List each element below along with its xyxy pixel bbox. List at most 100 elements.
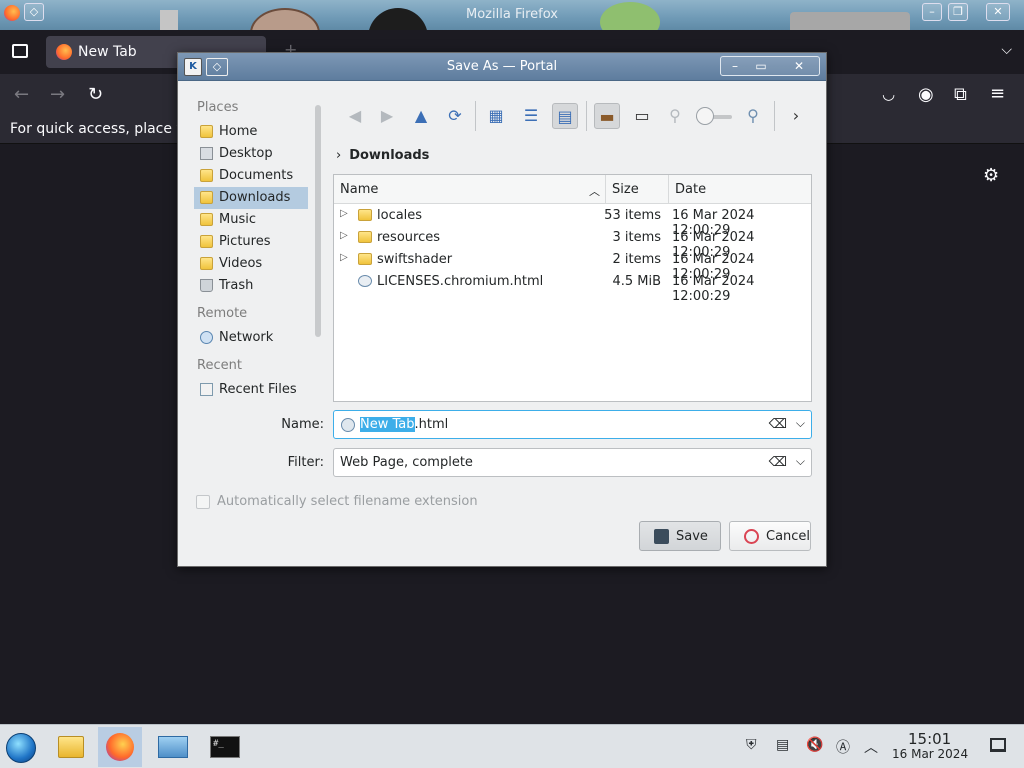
trash-icon (200, 279, 213, 292)
place-trash[interactable]: Trash (194, 275, 308, 297)
gear-icon[interactable]: ⚙ (983, 165, 999, 186)
place-label: Music (219, 212, 256, 227)
place-videos[interactable]: Videos (194, 253, 308, 275)
filename-text[interactable]: New Tab.html (360, 417, 448, 432)
close-button[interactable]: ✕ (986, 3, 1010, 21)
forward-arrow-icon[interactable]: ▶ (374, 103, 400, 129)
place-pictures[interactable]: Pictures (194, 231, 308, 253)
chevron-down-icon[interactable]: ⌵ (1001, 42, 1012, 58)
filename-input[interactable]: New Tab.html ⌫ ⌵ (333, 410, 812, 439)
tree-view-icon[interactable]: ▤ (552, 103, 578, 129)
detail-view-icon[interactable]: ☰ (518, 103, 544, 129)
place-recent-files[interactable]: Recent Files (194, 379, 308, 401)
extensions-icon[interactable]: ⧉ (954, 84, 967, 105)
tab-list-icon[interactable] (12, 44, 28, 58)
sort-ascending-icon[interactable]: ︿ (589, 183, 600, 199)
column-name[interactable]: Name (340, 182, 378, 197)
table-row[interactable]: ▷ swiftshader 2 items 16 Mar 2024 12:00:… (334, 249, 811, 282)
taskbar: #_ ⛨ ▤ 🔇 Ⓐ ︿ 15:01 16 Mar 2024 (0, 724, 1024, 768)
clear-text-icon[interactable]: ⌫ (769, 455, 787, 470)
expand-arrow-icon[interactable]: ▷ (340, 230, 348, 241)
maximize-button[interactable]: ▭ (749, 57, 773, 75)
account-icon[interactable]: ◉ (918, 84, 934, 105)
firefox-window-title: Mozilla Firefox (466, 7, 558, 22)
toolbar-separator (774, 101, 775, 131)
maximize-button[interactable]: ❐ (948, 3, 968, 21)
panel-icon[interactable]: ▭ (629, 103, 655, 129)
filter-select[interactable]: Web Page, complete ⌫ ⌵ (333, 448, 812, 477)
start-menu-button[interactable] (0, 727, 44, 767)
places-scrollbar[interactable] (315, 105, 321, 337)
network-icon (200, 331, 213, 344)
firefox-launcher[interactable] (98, 727, 142, 767)
chevron-down-icon[interactable]: ⌵ (796, 416, 805, 431)
chevron-down-icon[interactable]: ⌵ (796, 454, 805, 469)
cancel-button[interactable]: Cancel (729, 521, 811, 551)
reload-icon[interactable]: ↻ (88, 84, 103, 105)
zoom-in-icon[interactable]: ⚲ (740, 103, 766, 129)
column-separator[interactable] (668, 175, 669, 204)
table-row[interactable]: ▷ resources 3 items 16 Mar 2024 12:00:29 (334, 227, 811, 260)
terminal-icon: #_ (210, 736, 240, 758)
files-launcher[interactable] (48, 727, 92, 767)
pocket-icon[interactable]: ◡ (882, 85, 895, 103)
show-desktop-icon[interactable] (990, 738, 1006, 752)
zoom-slider-handle[interactable] (696, 107, 714, 125)
recent-files-icon (200, 383, 213, 396)
reload-icon[interactable]: ⟳ (442, 103, 468, 129)
minimize-button[interactable]: – (723, 57, 747, 75)
parent-folder-up-icon[interactable]: ▲ (408, 103, 434, 129)
zoom-out-icon[interactable]: ⚲ (662, 103, 688, 129)
icon-view-icon[interactable]: ▦ (483, 103, 509, 129)
place-music[interactable]: Music (194, 209, 308, 231)
system-settings-launcher[interactable] (150, 727, 194, 767)
filename-extension: .html (414, 417, 449, 432)
menu-icon[interactable]: ≡ (990, 83, 1005, 104)
updates-icon[interactable]: ⛨ (746, 737, 757, 753)
terminal-launcher[interactable]: #_ (202, 727, 246, 767)
close-button[interactable]: ✕ (787, 57, 811, 75)
breadcrumb[interactable]: › Downloads (336, 148, 429, 163)
desktop-icon (200, 147, 213, 160)
place-downloads[interactable]: Downloads (194, 187, 308, 209)
clock-date[interactable]: 16 Mar 2024 (892, 747, 968, 761)
clock-time[interactable]: 15:01 (908, 730, 951, 748)
place-network[interactable]: Network (194, 327, 308, 349)
forward-arrow-icon[interactable]: → (50, 84, 65, 105)
place-label: Desktop (219, 146, 273, 161)
auto-extension-label[interactable]: Automatically select filename extension (217, 494, 478, 509)
chevron-up-icon[interactable]: ︿ (864, 737, 878, 757)
place-label: Videos (219, 256, 263, 271)
minimize-button[interactable]: – (922, 3, 942, 21)
table-row[interactable]: LICENSES.chromium.html 4.5 MiB 16 Mar 20… (334, 271, 811, 304)
column-date[interactable]: Date (675, 182, 706, 197)
auto-extension-checkbox[interactable] (196, 495, 210, 509)
table-row[interactable]: ▷ locales 53 items 16 Mar 2024 12:00:29 (334, 205, 811, 238)
file-list[interactable]: Name ︿ Size Date ▷ locales 53 items 16 M… (333, 174, 812, 402)
file-name: swiftshader (377, 252, 453, 267)
input-method-icon[interactable]: Ⓐ (836, 737, 850, 757)
clear-text-icon[interactable]: ⌫ (769, 417, 787, 432)
recent-heading: Recent (197, 358, 242, 373)
column-size[interactable]: Size (612, 182, 639, 197)
save-button[interactable]: Save (639, 521, 721, 551)
column-separator[interactable] (605, 175, 606, 204)
name-label: Name: (281, 417, 324, 432)
breadcrumb-current[interactable]: Downloads (349, 148, 429, 163)
expand-arrow-icon[interactable]: ▷ (340, 208, 348, 219)
expand-arrow-icon[interactable]: ▷ (340, 252, 348, 263)
place-desktop[interactable]: Desktop (194, 143, 308, 165)
back-arrow-icon[interactable]: ← (14, 84, 29, 105)
volume-muted-icon[interactable]: 🔇 (806, 737, 823, 753)
save-button-label: Save (676, 529, 708, 544)
back-arrow-icon[interactable]: ◀ (342, 103, 368, 129)
chevron-right-icon[interactable]: › (783, 103, 809, 129)
firefox-icon (106, 733, 134, 761)
place-home[interactable]: Home (194, 121, 308, 143)
place-documents[interactable]: Documents (194, 165, 308, 187)
file-name: LICENSES.chromium.html (377, 274, 544, 289)
preview-icon[interactable]: ▬ (594, 103, 620, 129)
clipboard-icon[interactable]: ▤ (776, 737, 789, 753)
save-as-dialog: K ◇ Save As — Portal – ▭ ✕ Places Home D… (177, 52, 827, 567)
home-folder-icon (200, 125, 213, 138)
